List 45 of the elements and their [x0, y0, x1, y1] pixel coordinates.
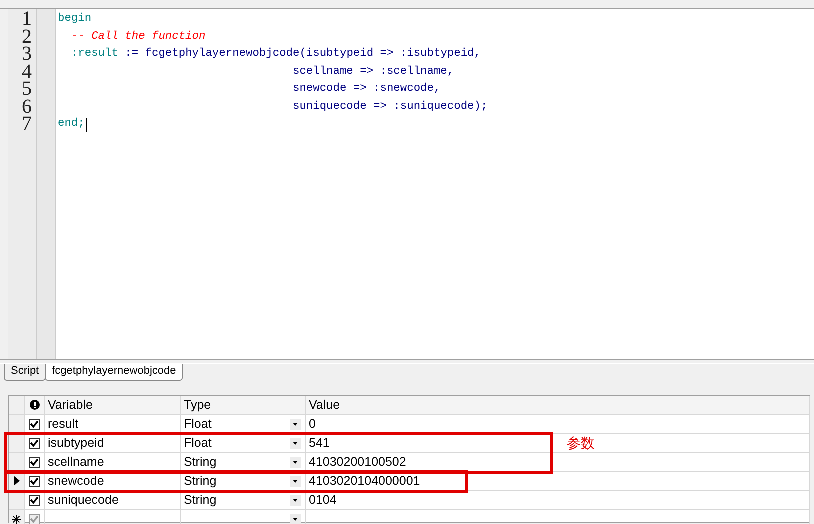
tab[interactable]: Script — [4, 364, 46, 381]
line-number: 6 — [22, 98, 32, 116]
table-cell: 0104 — [306, 491, 810, 509]
code-token: := fcgetphylayernewobjcode(isubtypeid => :isubtypeid, — [124, 46, 481, 62]
table-cell: snewcode — [45, 472, 181, 490]
new-row-icon — [12, 514, 21, 524]
text-cursor — [86, 118, 88, 132]
table-cell: suniquecode — [45, 491, 181, 509]
tab[interactable]: fcgetphylayernewobjcode — [45, 364, 184, 381]
line-number: 4 — [22, 64, 32, 81]
info-icon — [30, 400, 40, 410]
line-number: 2 — [22, 28, 32, 46]
column-header[interactable]: Value — [306, 396, 810, 414]
checkbox[interactable] — [29, 456, 40, 468]
table-cell: String — [184, 474, 217, 488]
table-cell: Float — [184, 436, 212, 450]
line-number: 5 — [22, 81, 32, 98]
table-cell: 41030200100502 — [306, 453, 810, 471]
table-cell: 0 — [306, 415, 810, 433]
checkbox[interactable] — [29, 438, 40, 448]
column-header[interactable]: Variable — [45, 396, 181, 414]
table-cell: String — [184, 493, 217, 507]
code-token: :result — [70, 46, 118, 62]
code-comment: -- Call the function — [70, 30, 206, 44]
row-header[interactable] — [9, 510, 25, 524]
code-token: suniquecode => :suniquecode); — [292, 100, 488, 114]
code-token: begin — [58, 12, 92, 27]
line-number: 7 — [22, 116, 32, 134]
current-row-icon — [14, 476, 20, 486]
line-number: 1 — [22, 11, 32, 28]
table-cell: result — [45, 415, 181, 433]
table-cell: String — [184, 455, 217, 469]
code-token: end; — [58, 116, 85, 132]
table-cell: scellname — [45, 453, 181, 471]
code-token: scellname => :scellname, — [292, 64, 454, 80]
column-header[interactable]: Type — [181, 396, 306, 414]
line-number: 3 — [22, 46, 32, 64]
checkbox[interactable] — [29, 418, 40, 430]
checkbox[interactable] — [29, 476, 40, 486]
table-cell: Float — [184, 417, 212, 431]
table-cell: 4103020104000001 — [306, 472, 810, 490]
checkbox[interactable] — [29, 494, 40, 506]
annotation-label: 参数 — [567, 435, 595, 453]
table-cell: isubtypeid — [45, 434, 181, 452]
code-token: snewcode => :snewcode, — [292, 82, 441, 97]
